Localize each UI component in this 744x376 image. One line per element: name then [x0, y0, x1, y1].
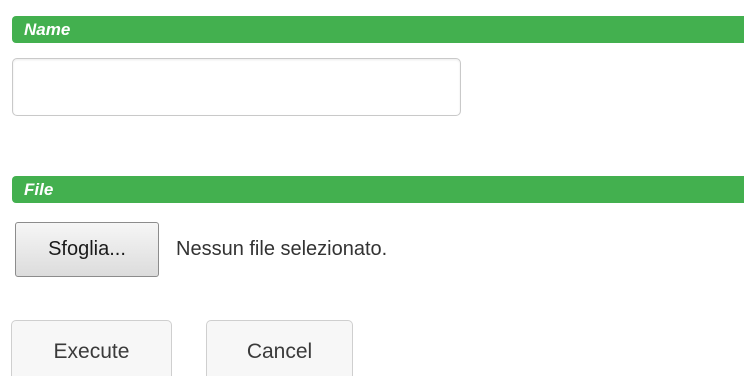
- file-section-header: File: [12, 176, 744, 203]
- name-input[interactable]: [12, 58, 461, 116]
- upload-form: Name File Sfoglia... Nessun file selezio…: [0, 0, 744, 376]
- file-section-label: File: [24, 180, 54, 199]
- file-status-text: Nessun file selezionato.: [176, 238, 388, 260]
- cancel-button[interactable]: Cancel: [206, 320, 353, 376]
- browse-file-button[interactable]: Sfoglia...: [15, 222, 159, 277]
- name-section-label: Name: [24, 20, 71, 39]
- name-section-header: Name: [12, 16, 744, 43]
- execute-button[interactable]: Execute: [11, 320, 172, 376]
